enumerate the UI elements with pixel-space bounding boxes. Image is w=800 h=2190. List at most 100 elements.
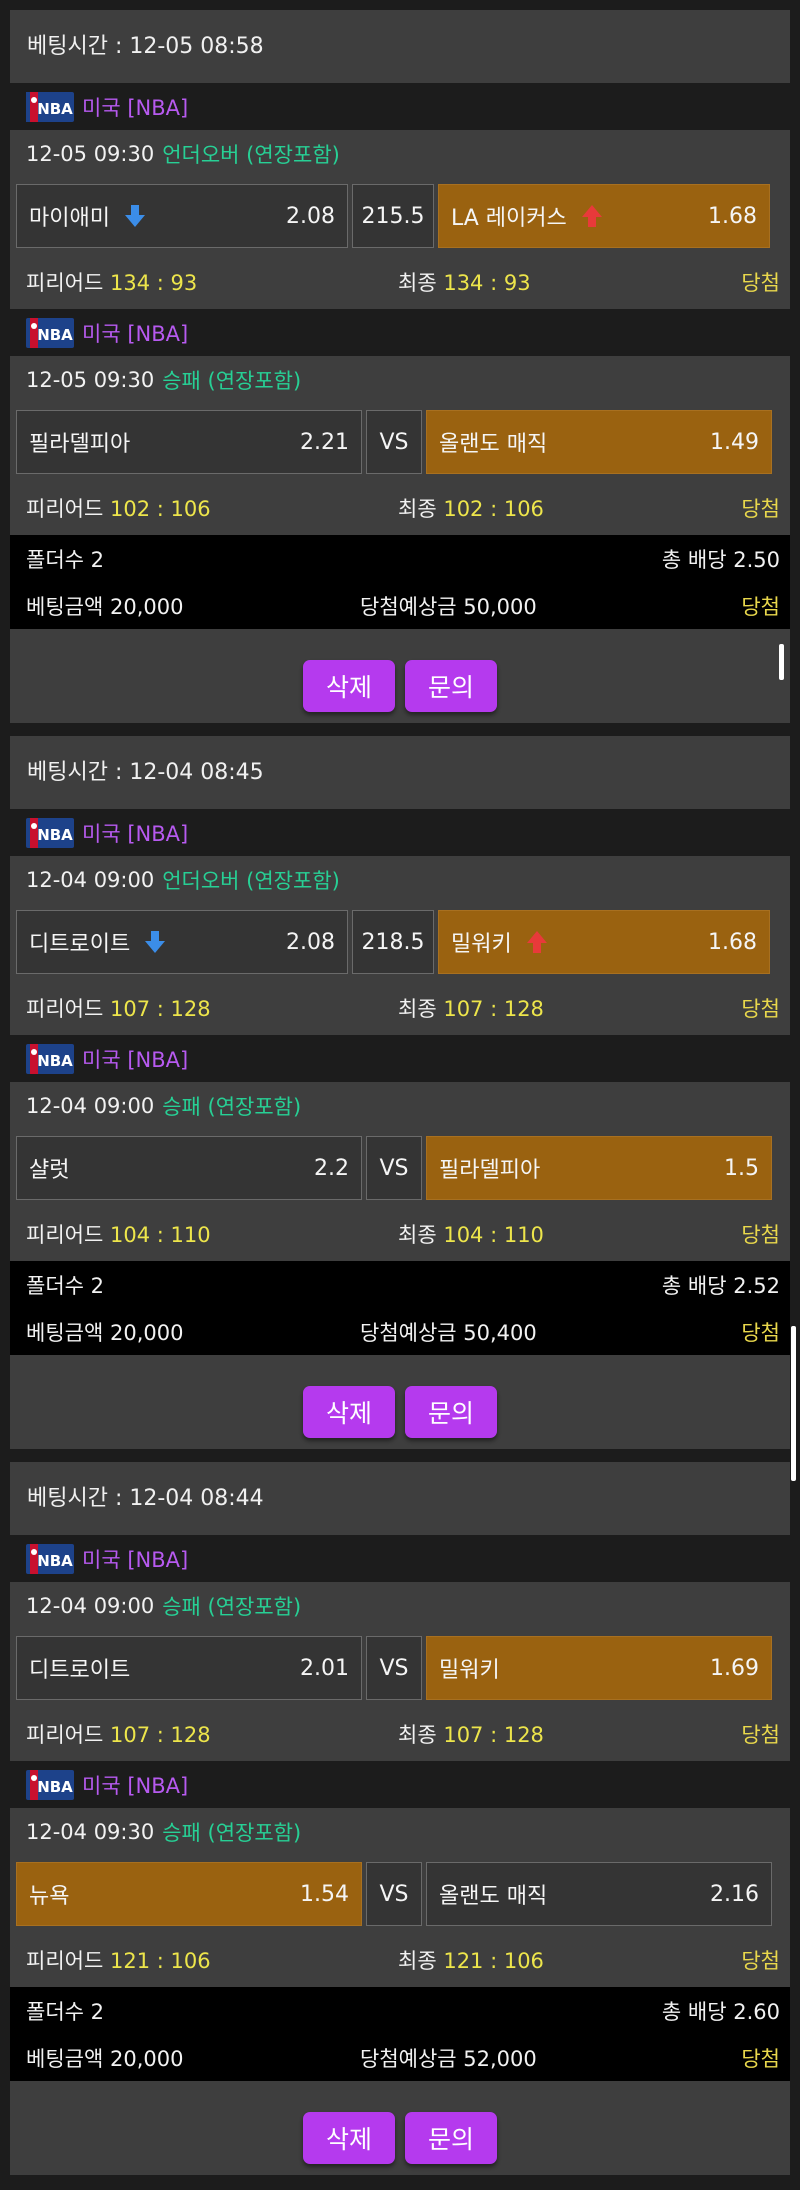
final-label: 최종 (398, 996, 444, 1021)
home-odds-button[interactable]: 마이애미 2.08 (16, 184, 348, 248)
away-odds: 1.49 (710, 429, 759, 455)
delete-button[interactable]: 삭제 (303, 659, 395, 712)
period-label: 피리어드 (26, 1222, 110, 1247)
game-datetime: 12-05 09:30 (26, 368, 155, 392)
home-odds: 2.01 (300, 1655, 349, 1681)
folder-count: 폴더수 2 (26, 1270, 104, 1300)
home-team: 디트로이트 (29, 1658, 131, 1683)
betting-time-label: 베팅시간 : (27, 1486, 130, 1511)
inquiry-button[interactable]: 문의 (405, 659, 497, 712)
handicap-text: 218.5 (361, 929, 425, 955)
home-odds: 2.08 (286, 203, 335, 229)
expected-win: 당첨예상금 52,000 (360, 2043, 537, 2073)
game-info: 12-05 09:30 승패 (연장포함) (10, 356, 790, 404)
bet-result-badge: 당첨 (741, 2046, 780, 2071)
bet-amount-value: 20,000 (109, 1320, 184, 1345)
bet-amount: 베팅금액 20,000 (26, 1317, 183, 1347)
svg-text:NBA: NBA (37, 100, 73, 118)
inquiry-button[interactable]: 문의 (405, 1385, 497, 1438)
period-label: 피리어드 (26, 270, 110, 295)
home-team: 마이애미 (29, 206, 110, 231)
betting-time: 베팅시간 : 12-05 08:58 (10, 10, 790, 83)
bet-amount: 베팅금액 20,000 (26, 591, 183, 621)
scrollbar-thumb[interactable] (779, 644, 784, 680)
arrow-down-icon (124, 204, 146, 228)
vs-text: VS (379, 429, 409, 455)
summary-row-2: 베팅금액 20,000 당첨예상금 52,000 당첨 (10, 2034, 790, 2081)
total-odds: 총 배당 2.50 (662, 544, 780, 574)
period-score-value: 107 : 128 (109, 996, 211, 1021)
game-type: 승패 (연장포함) (162, 1095, 302, 1119)
expected-win-value: 50,400 (463, 1320, 537, 1345)
away-odds-button[interactable]: 올랜도 매직 2.16 (426, 1862, 772, 1926)
nba-logo-icon: NBA (26, 1043, 74, 1074)
away-odds-button[interactable]: 밀워키 1.69 (426, 1636, 772, 1700)
inquiry-button[interactable]: 문의 (405, 2111, 497, 2164)
away-odds: 2.16 (710, 1881, 759, 1907)
odds-row: 샬럿 2.2 VS 필라델피아 1.5 (10, 1130, 790, 1206)
folder-label: 폴더수 (26, 1273, 91, 1298)
expected-win-label: 당첨예상금 (360, 2046, 464, 2071)
result-badge: 당첨 (741, 1222, 780, 1247)
game-info: 12-04 09:00 승패 (연장포함) (10, 1082, 790, 1130)
handicap-value: 218.5 (352, 910, 434, 974)
home-odds-button[interactable]: 샬럿 2.2 (16, 1136, 362, 1200)
bet-card: 베팅시간 : 12-04 08:44 NBA 미국 [NBA] 12-04 09… (10, 1462, 790, 2175)
betting-time-value: 12-05 08:58 (129, 34, 264, 59)
game-datetime: 12-05 09:30 (26, 142, 155, 166)
summary-row-1: 폴더수 2 총 배당 2.60 (10, 1987, 790, 2034)
bet-amount-label: 베팅금액 (26, 1320, 110, 1345)
arrow-up-icon (581, 204, 603, 228)
bet-amount-value: 20,000 (109, 2046, 184, 2071)
period-label: 피리어드 (26, 996, 110, 1021)
action-buttons: 삭제 문의 (10, 2081, 790, 2190)
folder-count: 폴더수 2 (26, 544, 104, 574)
result-badge: 당첨 (741, 1948, 780, 1973)
final-score: 최종 104 : 110 (398, 1219, 741, 1249)
home-odds-button[interactable]: 디트로이트 2.08 (16, 910, 348, 974)
game-datetime: 12-04 09:30 (26, 1820, 155, 1844)
away-team: 올랜도 매직 (439, 1884, 548, 1909)
league-name: 미국 [NBA] (82, 321, 189, 346)
league-header: NBA 미국 [NBA] (10, 809, 790, 856)
result-row: 피리어드 104 : 110 최종 104 : 110 당첨 (10, 1206, 790, 1261)
total-odds: 총 배당 2.52 (662, 1270, 780, 1300)
away-odds-button[interactable]: 필라델피아 1.5 (426, 1136, 772, 1200)
final-score: 최종 121 : 106 (398, 1945, 741, 1975)
vs-text: VS (379, 1655, 409, 1681)
delete-button[interactable]: 삭제 (303, 1385, 395, 1438)
odds-row: 디트로이트 2.01 VS 밀워키 1.69 (10, 1630, 790, 1706)
final-label: 최종 (398, 1948, 444, 1973)
expected-win: 당첨예상금 50,400 (360, 1317, 537, 1347)
game-type: 언더오버 (연장포함) (162, 143, 340, 167)
delete-button[interactable]: 삭제 (303, 2111, 395, 2164)
home-team: 샬럿 (29, 1158, 70, 1183)
league-name: 미국 [NBA] (82, 95, 189, 120)
bet-amount: 베팅금액 20,000 (26, 2043, 183, 2073)
result-badge: 당첨 (741, 1722, 780, 1747)
home-odds-button[interactable]: 뉴욕 1.54 (16, 1862, 362, 1926)
home-odds-button[interactable]: 디트로이트 2.01 (16, 1636, 362, 1700)
home-odds-button[interactable]: 필라델피아 2.21 (16, 410, 362, 474)
bet-summary: 폴더수 2 총 배당 2.50 베팅금액 20,000 당첨예상금 50,000… (10, 535, 790, 629)
period-label: 피리어드 (26, 1948, 110, 1973)
summary-row-1: 폴더수 2 총 배당 2.52 (10, 1261, 790, 1308)
away-odds-button[interactable]: 올랜도 매직 1.49 (426, 410, 772, 474)
final-score-value: 107 : 128 (443, 1722, 544, 1747)
expected-win-label: 당첨예상금 (360, 1320, 464, 1345)
vs-text: VS (379, 1881, 409, 1907)
home-odds: 1.54 (300, 1881, 349, 1907)
betting-time: 베팅시간 : 12-04 08:44 (10, 1462, 790, 1535)
betting-time-label: 베팅시간 : (27, 34, 130, 59)
folder-value: 2 (90, 547, 105, 572)
period-score: 피리어드 107 : 128 (26, 993, 398, 1023)
final-score-value: 121 : 106 (443, 1948, 544, 1973)
svg-text:NBA: NBA (37, 1552, 73, 1570)
betting-time-label: 베팅시간 : (27, 760, 130, 785)
result-row: 피리어드 102 : 106 최종 102 : 106 당첨 (10, 480, 790, 535)
away-odds-button[interactable]: LA 레이커스 1.68 (438, 184, 770, 248)
game-info: 12-04 09:30 승패 (연장포함) (10, 1808, 790, 1856)
scrollbar-thumb[interactable] (791, 1326, 796, 1481)
away-odds-button[interactable]: 밀워키 1.68 (438, 910, 770, 974)
vs-text: VS (379, 1155, 409, 1181)
